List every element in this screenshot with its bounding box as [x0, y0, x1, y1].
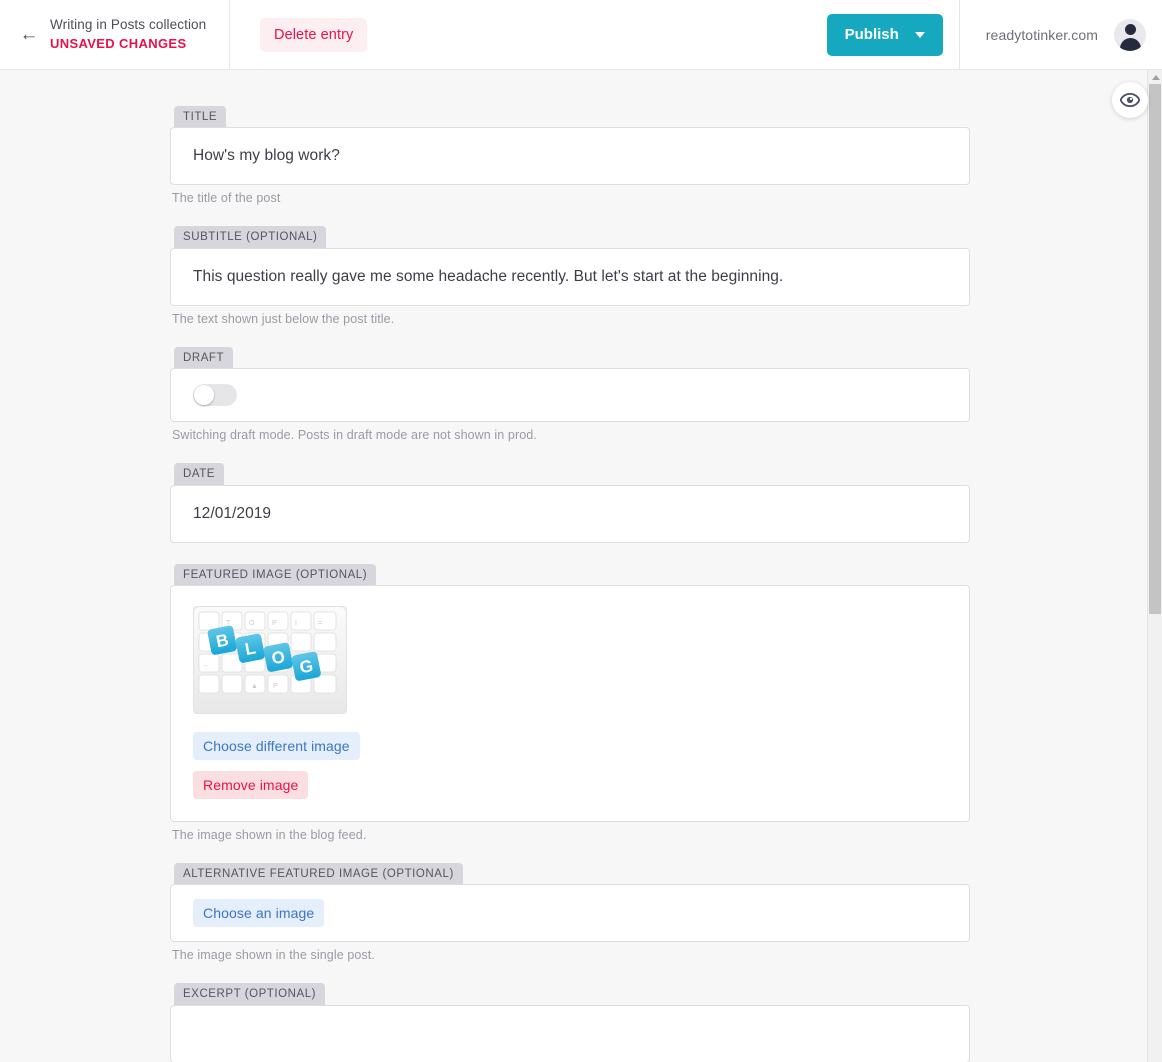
topbar-left-section: ← Writing in Posts collection UNSAVED CH… — [0, 0, 230, 69]
alternative-image-container: Choose an image — [170, 884, 970, 943]
remove-image-button[interactable]: Remove image — [193, 770, 309, 799]
svg-text:O: O — [249, 620, 255, 627]
entry-context: Writing in Posts collection UNSAVED CHAN… — [50, 17, 206, 52]
draft-toggle-container — [170, 368, 970, 423]
field-date-label: DATE — [174, 463, 225, 485]
field-date: DATE 12/01/2019 — [170, 463, 970, 543]
field-alternative-featured-image: ALTERNATIVE FEATURED IMAGE (OPTIONAL) Ch… — [170, 862, 970, 963]
field-draft-help: Switching draft mode. Posts in draft mod… — [172, 428, 537, 443]
field-featured-image-help: The image shown in the blog feed. — [172, 827, 367, 842]
field-draft: DRAFT Switching draft mode. Posts in dra… — [170, 346, 970, 443]
keyboard-blog-keys-image[interactable]: TOP I = ← ▲ P B L O G — [193, 605, 347, 714]
topbar-right-section: Publish readytotinker.com — [826, 0, 1162, 69]
back-arrow-icon[interactable]: ← — [14, 20, 44, 50]
svg-text:=: = — [318, 620, 322, 627]
unsaved-changes-badge: UNSAVED CHANGES — [50, 35, 187, 51]
remove-image-row: Remove image — [193, 770, 947, 799]
svg-text:P: P — [272, 620, 277, 627]
field-featured-image: FEATURED IMAGE (OPTIONAL) T O P I = ← ▲ … — [170, 563, 970, 842]
account-section: readytotinker.com — [958, 0, 1162, 69]
choose-different-image-button[interactable]: Choose different image — [193, 731, 360, 760]
field-draft-label: DRAFT — [174, 346, 234, 369]
excerpt-textarea[interactable] — [170, 1004, 970, 1062]
title-input-value: How's my blog work? — [193, 147, 340, 165]
field-excerpt-label: EXCERPT (OPTIONAL) — [174, 983, 326, 1005]
topbar-actions-section: Delete entry — [230, 0, 827, 69]
top-bar: ← Writing in Posts collection UNSAVED CH… — [0, 0, 1162, 70]
draft-toggle[interactable] — [193, 384, 237, 407]
chevron-down-icon[interactable] — [914, 31, 925, 38]
date-input[interactable]: 12/01/2019 — [170, 484, 970, 543]
field-title-label: TITLE — [174, 106, 227, 128]
field-excerpt: EXCERPT (OPTIONAL) The excerpt of the po… — [170, 983, 970, 1062]
draft-toggle-knob — [194, 385, 214, 406]
entry-editor-content: TITLE How's my blog work? The title of t… — [0, 70, 1147, 1062]
vertical-scrollbar[interactable] — [1147, 70, 1162, 1062]
site-name-label: readytotinker.com — [985, 26, 1098, 43]
publish-button[interactable]: Publish — [826, 13, 943, 56]
entry-form: TITLE How's my blog work? The title of t… — [170, 106, 970, 1062]
publish-button-label: Publish — [844, 26, 899, 43]
field-subtitle-help: The text shown just below the post title… — [172, 311, 395, 326]
svg-text:P: P — [273, 683, 278, 690]
collection-label: Writing in Posts collection — [50, 16, 207, 32]
field-title: TITLE How's my blog work? The title of t… — [170, 106, 970, 205]
svg-text:▲: ▲ — [251, 683, 258, 690]
user-avatar-icon[interactable] — [1114, 18, 1146, 51]
date-input-value: 12/01/2019 — [193, 504, 272, 522]
scrollbar-thumb[interactable] — [1149, 84, 1161, 614]
featured-image-container: TOP I = ← ▲ P B L O G Choose different i… — [170, 584, 970, 822]
choose-different-image-row: Choose different image — [193, 731, 947, 760]
field-alternative-featured-image-help: The image shown in the single post. — [172, 948, 375, 963]
subtitle-input-value: This question really gave me some headac… — [193, 267, 784, 285]
scroll-up-arrow-icon[interactable] — [1148, 70, 1162, 84]
field-title-help: The title of the post — [172, 191, 281, 206]
delete-entry-button[interactable]: Delete entry — [260, 17, 368, 52]
field-subtitle-label: SUBTITLE (OPTIONAL) — [174, 226, 327, 248]
choose-an-image-button[interactable]: Choose an image — [193, 899, 325, 928]
subtitle-input[interactable]: This question really gave me some headac… — [170, 247, 970, 306]
svg-text:I: I — [295, 620, 297, 627]
title-input[interactable]: How's my blog work? — [170, 127, 970, 186]
svg-text:←: ← — [203, 662, 210, 669]
field-featured-image-label: FEATURED IMAGE (OPTIONAL) — [174, 563, 377, 585]
field-alternative-featured-image-label: ALTERNATIVE FEATURED IMAGE (OPTIONAL) — [174, 862, 463, 885]
eye-icon[interactable] — [1112, 82, 1148, 118]
field-subtitle: SUBTITLE (OPTIONAL) This question really… — [170, 226, 970, 326]
